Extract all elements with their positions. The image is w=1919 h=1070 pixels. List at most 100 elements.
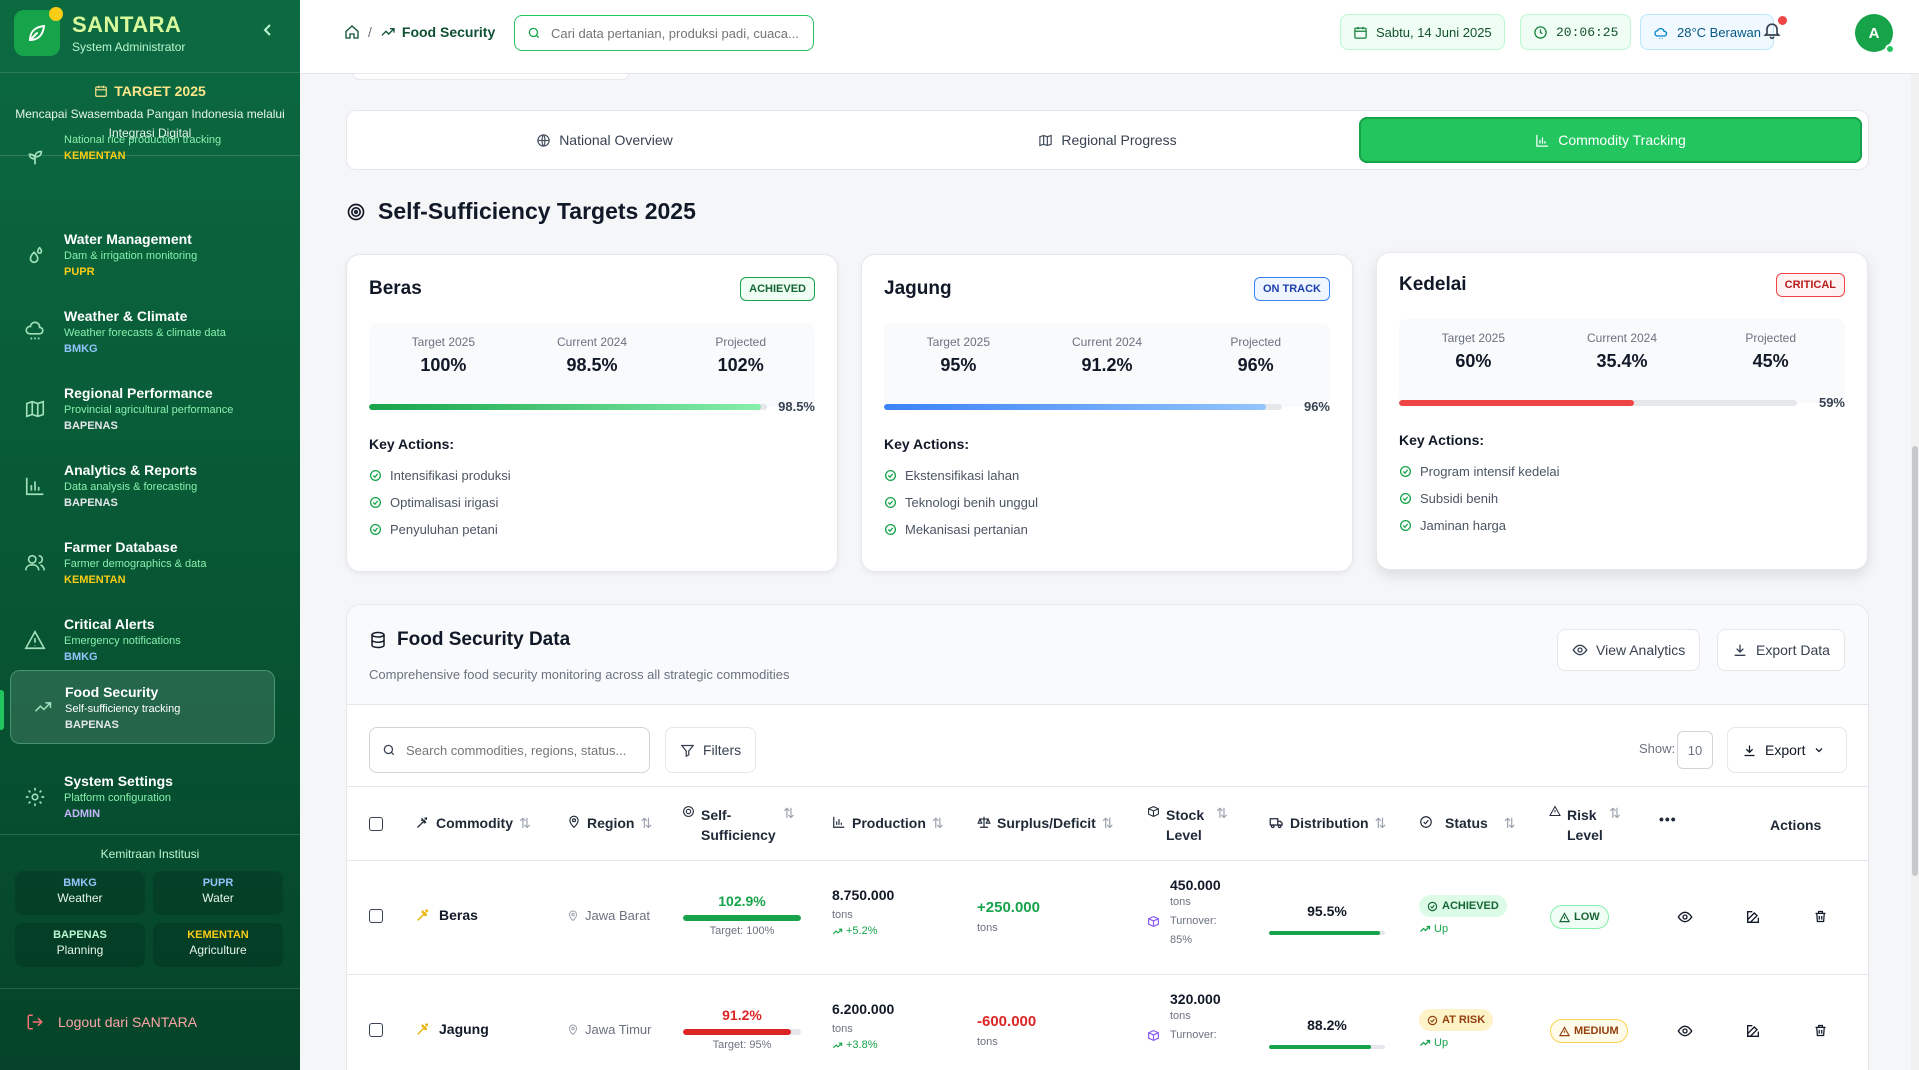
sidebar-item-regional-performance[interactable]: Regional Performance Provincial agricultu… <box>10 372 275 446</box>
sidebar-item-rice-production[interactable]: National rice production tracking KEMENTA… <box>10 120 275 194</box>
brand[interactable]: SANTARA System Administrator <box>14 7 185 56</box>
delete-action-icon[interactable] <box>1813 909 1828 924</box>
production-value: 6.200.000 <box>832 1001 895 1017</box>
self-sufficiency-bar <box>683 1029 791 1035</box>
trend-indicator: Up <box>1419 1037 1493 1049</box>
home-icon[interactable] <box>344 24 360 40</box>
cloud-sun-icon <box>1654 28 1668 39</box>
status-badge: ACHIEVED <box>740 277 815 301</box>
collapse-sidebar-icon[interactable] <box>260 22 276 38</box>
view-action-icon[interactable] <box>1677 909 1693 925</box>
logout-icon <box>27 1014 43 1030</box>
sort-icon[interactable]: ⇅ <box>1504 815 1516 832</box>
export-data-button[interactable]: Export Data <box>1717 629 1845 671</box>
surplus-value: -600.000 <box>977 1013 1037 1030</box>
table-search-input[interactable] <box>406 742 641 758</box>
delete-action-icon[interactable] <box>1813 1023 1828 1038</box>
col-production[interactable]: Production ⇅ <box>832 815 944 832</box>
weather-display: 28°C Berawan <box>1640 14 1774 50</box>
filters-button[interactable]: Filters <box>665 727 757 773</box>
col-commodity[interactable]: Commodity ⇅ <box>415 815 531 832</box>
check-circle-icon <box>884 496 897 509</box>
export-dropdown[interactable]: Export <box>1727 727 1847 773</box>
edit-action-icon[interactable] <box>1745 909 1761 925</box>
check-circle-icon <box>369 523 382 536</box>
alert-circle-icon <box>1427 1015 1438 1025</box>
row-checkbox[interactable] <box>369 1023 383 1037</box>
target-card-jagung: Jagung ON TRACK Target 2025 95% Current 2… <box>861 254 1353 572</box>
stock-value: 320.000 <box>1170 991 1221 1007</box>
sidebar-item-farmer-database[interactable]: Farmer Database Farmer demographics & dat… <box>10 526 275 600</box>
sidebar-item-analytics-reports[interactable]: Analytics & Reports Data analysis & forec… <box>10 449 275 523</box>
progress-fill <box>884 403 1267 410</box>
alert-triangle-icon <box>1549 805 1561 816</box>
column-options-button[interactable]: ••• <box>1659 811 1677 827</box>
target-stats: Target 2025 60% Current 2024 35.4% Project… <box>1399 319 1845 403</box>
sort-icon[interactable]: ⇅ <box>1375 815 1387 832</box>
row-checkbox[interactable] <box>369 909 383 923</box>
col-region[interactable]: Region ⇅ <box>567 815 652 832</box>
package-icon <box>1148 1029 1159 1042</box>
status-badge: ON TRACK <box>1253 277 1330 301</box>
sidebar-item-critical-alerts[interactable]: Critical Alerts Emergency notifications BM… <box>10 603 275 677</box>
col-stock-level[interactable]: Stock Level ⇅ <box>1147 805 1247 845</box>
tab-commodity-tracking[interactable]: Commodity Tracking <box>1359 117 1862 163</box>
panel-title: Food Security Data <box>369 629 570 651</box>
target-stats: Target 2025 100% Current 2024 98.5% Projec… <box>369 323 815 407</box>
logout-button[interactable]: Logout dari SANTARA <box>0 988 300 1031</box>
partner-bapenas[interactable]: BAPENAS Planning <box>15 923 145 967</box>
check-circle-icon <box>884 469 897 482</box>
breadcrumb-current[interactable]: Food Security <box>380 24 495 40</box>
page-scrollbar-thumb[interactable] <box>1912 446 1918 876</box>
select-all-checkbox[interactable] <box>369 817 383 831</box>
sort-icon[interactable]: ⇅ <box>640 815 652 832</box>
trending-up-icon <box>832 1042 843 1048</box>
sort-icon[interactable]: ⇅ <box>519 815 531 832</box>
eye-icon <box>1572 644 1588 656</box>
progress-fill <box>369 403 762 410</box>
sidebar-item-weather-climate[interactable]: Weather & Climate Weather forecasts & cli… <box>10 295 275 369</box>
map-icon <box>24 398 46 420</box>
clock-icon <box>1534 25 1547 39</box>
col-surplus-deficit[interactable]: Surplus/Deficit ⇅ <box>977 815 1114 832</box>
tab-regional-progress[interactable]: Regional Progress <box>856 117 1359 163</box>
page-size-select[interactable]: 10 <box>1677 731 1713 769</box>
partner-pupr[interactable]: PUPR Water <box>153 871 283 915</box>
col-status[interactable]: Status ⇅ <box>1419 815 1516 832</box>
status-badge: AT RISK <box>1419 1009 1494 1031</box>
wheat-icon <box>417 909 429 921</box>
partner-kementan[interactable]: KEMENTAN Agriculture <box>153 923 283 967</box>
self-sufficiency-bar <box>683 915 801 921</box>
edit-action-icon[interactable] <box>1745 1023 1761 1039</box>
col-distribution[interactable]: Distribution ⇅ <box>1269 815 1386 832</box>
sort-icon[interactable]: ⇅ <box>1609 805 1621 822</box>
self-sufficiency-target: Target: 95% <box>712 1039 772 1051</box>
partner-bmkg[interactable]: BMKG Weather <box>15 871 145 915</box>
tab-national-overview[interactable]: National Overview <box>353 117 856 163</box>
col-risk-level[interactable]: Risk Level ⇅ <box>1549 805 1629 845</box>
trending-up-icon <box>832 928 843 934</box>
users-icon <box>24 552 46 574</box>
global-search[interactable] <box>514 15 814 51</box>
global-search-input[interactable] <box>551 25 801 41</box>
check-circle-icon <box>884 523 897 536</box>
check-circle-icon <box>369 496 382 509</box>
map-pin-icon <box>568 1024 578 1035</box>
sort-icon[interactable]: ⇅ <box>783 805 795 822</box>
sidebar-item-system-settings[interactable]: System Settings Platform configuration ADM… <box>10 760 275 834</box>
target-title: TARGET 2025 <box>114 83 206 99</box>
col-self-sufficiency[interactable]: Self-Sufficiency ⇅ <box>682 805 802 845</box>
commodity-name: Beras <box>439 907 478 923</box>
sort-icon[interactable]: ⇅ <box>1216 805 1228 822</box>
view-analytics-button[interactable]: View Analytics <box>1557 629 1701 671</box>
sidebar-item-water-management[interactable]: Water Management Dam & irrigation monitor… <box>10 218 275 292</box>
sort-icon[interactable]: ⇅ <box>1102 815 1114 832</box>
cloud-rain-icon <box>24 321 46 343</box>
sort-icon[interactable]: ⇅ <box>932 815 944 832</box>
table-search[interactable] <box>369 727 650 773</box>
view-action-icon[interactable] <box>1677 1023 1693 1039</box>
table-header: Commodity ⇅ Region ⇅ Self-Sufficiency ⇅ Pro… <box>347 787 1868 861</box>
key-action-item: Teknologi benih unggul <box>884 489 1330 516</box>
sidebar-item-food-security[interactable]: Food Security Self-sufficiency tracking BA… <box>10 670 275 744</box>
chevron-down-icon <box>1816 748 1823 753</box>
